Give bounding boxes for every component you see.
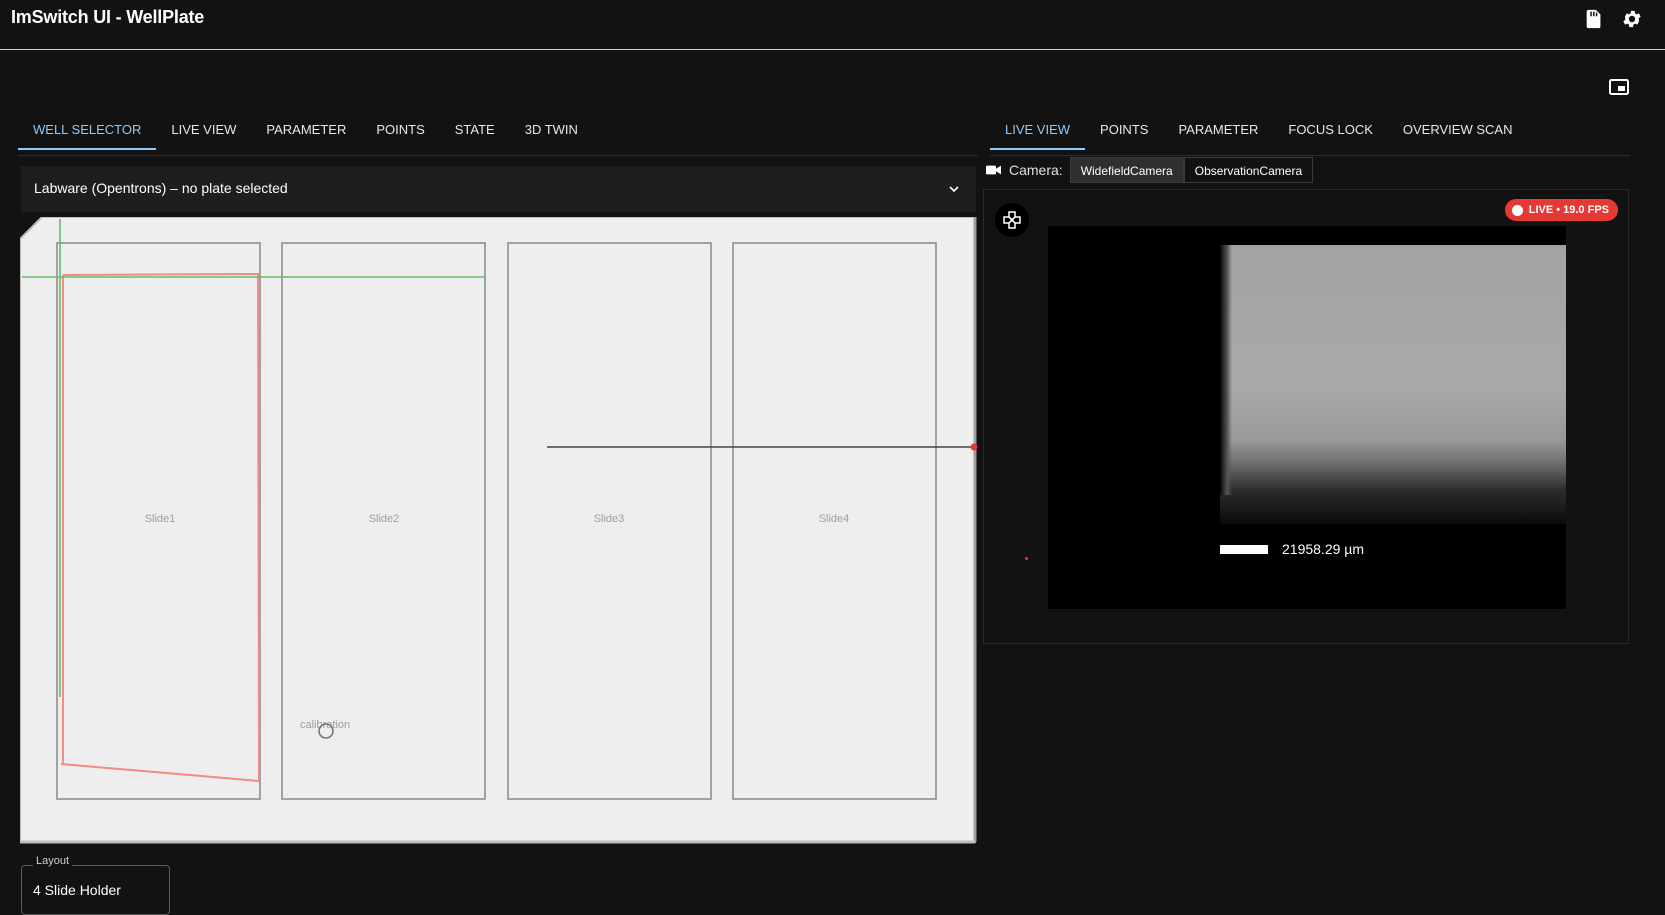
tab-right-points[interactable]: POINTS bbox=[1085, 110, 1163, 150]
tab-3d-twin[interactable]: 3D TWIN bbox=[510, 110, 593, 150]
camera-option-widefield[interactable]: WidefieldCamera bbox=[1069, 157, 1184, 183]
left-tab-bar: WELL SELECTOR LIVE VIEW PARAMETER POINTS… bbox=[18, 110, 593, 150]
calibration-label: calibration bbox=[300, 719, 350, 731]
record-dot-icon bbox=[1511, 204, 1523, 216]
slide-2-label: Slide2 bbox=[369, 513, 400, 525]
right-tab-bar: LIVE VIEW POINTS PARAMETER FOCUS LOCK OV… bbox=[990, 110, 1527, 150]
right-tabs-divider bbox=[990, 155, 1630, 156]
scale-bar-label: 21958.29 µm bbox=[1282, 541, 1365, 557]
gamepad-button[interactable] bbox=[995, 203, 1029, 237]
tab-live-view[interactable]: LIVE VIEW bbox=[156, 110, 251, 150]
live-status-badge: LIVE • 19.0 FPS bbox=[1504, 199, 1618, 221]
live-view-panel: LIVE • 19.0 FPS 21958.29 µm bbox=[983, 189, 1629, 644]
slide-3-label: Slide3 bbox=[594, 513, 625, 525]
tab-right-overview-scan[interactable]: OVERVIEW SCAN bbox=[1388, 110, 1528, 150]
picture-in-picture-icon[interactable] bbox=[1607, 75, 1631, 99]
tab-state[interactable]: STATE bbox=[440, 110, 510, 150]
camera-stream[interactable]: 21958.29 µm bbox=[1048, 226, 1566, 609]
settings-icon[interactable] bbox=[1621, 8, 1643, 30]
camera-frame bbox=[1220, 245, 1566, 524]
camera-label: Camera: bbox=[1009, 162, 1063, 178]
tab-parameter[interactable]: PARAMETER bbox=[251, 110, 361, 150]
slide-1-label: Slide1 bbox=[145, 513, 176, 525]
labware-label: Labware (Opentrons) – no plate selected bbox=[34, 180, 288, 196]
tab-well-selector[interactable]: WELL SELECTOR bbox=[18, 110, 157, 150]
slide-4-label: Slide4 bbox=[819, 513, 850, 525]
layout-select-label: Layout bbox=[33, 855, 73, 867]
tab-right-live-view[interactable]: LIVE VIEW bbox=[990, 110, 1086, 150]
layout-select-value: 4 Slide Holder bbox=[33, 882, 121, 898]
current-position-marker bbox=[970, 443, 978, 451]
camera-option-observation[interactable]: ObservationCamera bbox=[1183, 157, 1314, 183]
sd-card-icon[interactable] bbox=[1583, 8, 1605, 30]
layout-select[interactable]: 4 Slide Holder bbox=[21, 865, 170, 915]
tab-right-focus-lock[interactable]: FOCUS LOCK bbox=[1273, 110, 1388, 150]
gamepad-icon bbox=[1003, 211, 1021, 229]
tab-right-parameter[interactable]: PARAMETER bbox=[1163, 110, 1273, 150]
app-bar: ImSwitch UI - WellPlate bbox=[0, 0, 1665, 50]
well-plate-canvas[interactable]: Slide1 Slide2 Slide3 Slide4 calibration bbox=[20, 217, 980, 847]
stage-position-dot bbox=[1025, 557, 1028, 560]
plate-outline bbox=[20, 217, 976, 843]
scale-bar bbox=[1220, 545, 1268, 554]
left-tabs-divider bbox=[18, 155, 978, 156]
app-title: ImSwitch UI - WellPlate bbox=[11, 7, 205, 27]
videocam-icon bbox=[986, 165, 1001, 175]
chevron-down-icon[interactable] bbox=[946, 181, 962, 197]
tab-points[interactable]: POINTS bbox=[361, 110, 439, 150]
live-fps-text: LIVE • 19.0 FPS bbox=[1528, 204, 1609, 216]
labware-accordion[interactable]: Labware (Opentrons) – no plate selected bbox=[21, 166, 976, 212]
camera-selector: Camera: WidefieldCamera ObservationCamer… bbox=[986, 157, 1314, 183]
